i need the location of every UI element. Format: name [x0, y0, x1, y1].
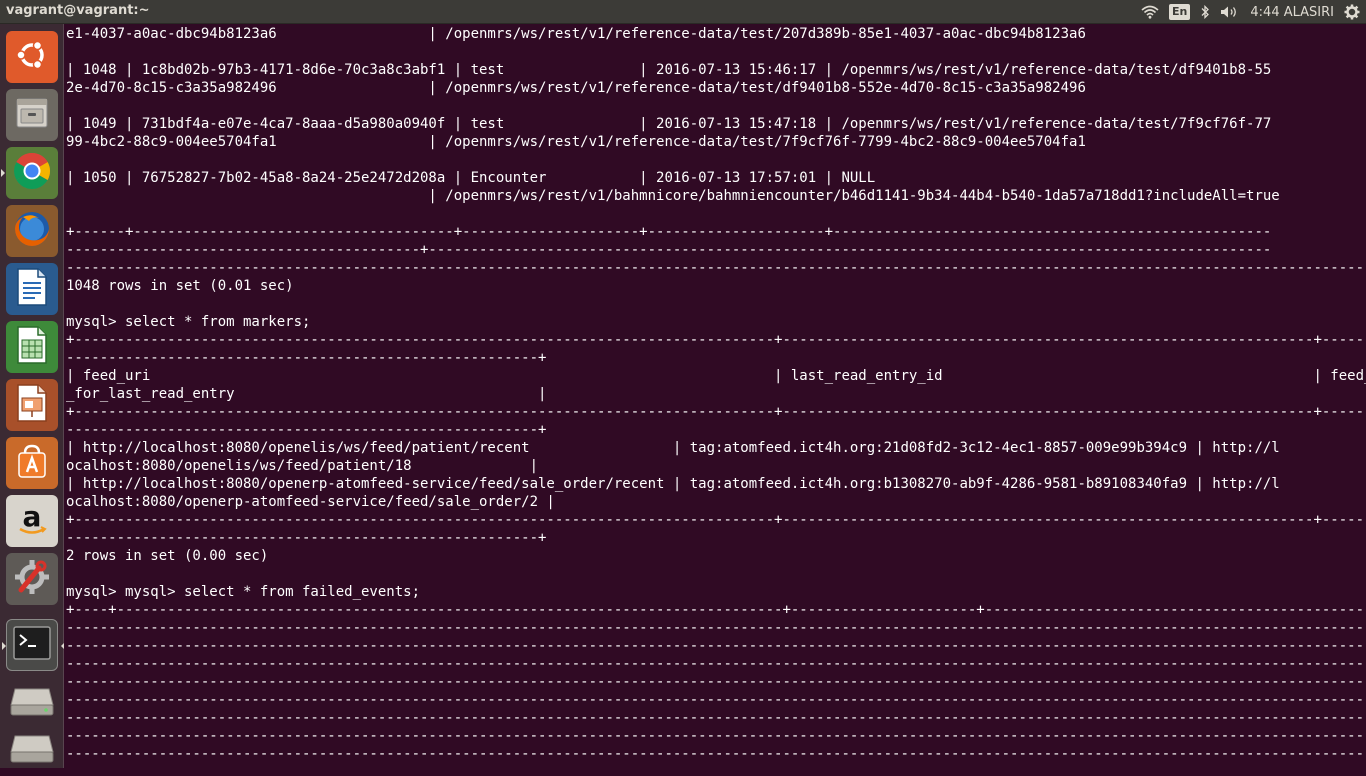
terminal-line: 1048 rows in set (0.01 sec) [66, 278, 294, 294]
terminal-line: ocalhost:8080/openerp-atomfeed-service/f… [66, 494, 555, 510]
ubuntu-dash-icon [14, 37, 50, 77]
terminal-line: ----------------------------------------… [66, 746, 1366, 762]
keyboard-layout-indicator[interactable]: En [1169, 0, 1191, 24]
launcher-chrome[interactable] [1, 147, 58, 199]
software-center-icon [12, 441, 52, 485]
terminal-line: +---------------------------------------… [66, 512, 1366, 528]
terminal-line: +---------------------------------------… [66, 404, 1366, 420]
launcher-drive-2[interactable] [6, 724, 58, 776]
terminal-line: ----------------------------------------… [66, 728, 1366, 744]
terminal-line: ----------------------------------------… [66, 638, 1366, 654]
terminal-line: | http://localhost:8080/openerp-atomfeed… [66, 476, 1280, 492]
terminal-line: ----------------------------------------… [66, 422, 547, 438]
writer-icon [14, 267, 50, 311]
terminal-line: ----------------------------------------… [66, 350, 547, 366]
terminal-line: ----------------------------------------… [66, 260, 1366, 276]
terminal-line: | 1048 | 1c8bd02b-97b3-4171-8d6e-70c3a8c… [66, 62, 1272, 78]
drive-icon [9, 683, 55, 723]
files-icon [13, 94, 51, 136]
terminal-line: ----------------------------------------… [66, 656, 1366, 672]
terminal-line: 99-4bc2-88c9-004ee5704fa1 | /openmrs/ws/… [66, 134, 1086, 150]
launcher-ubuntu-dash[interactable] [6, 31, 58, 83]
terminal-line: | Encounter | [66, 206, 1366, 222]
terminal-line: | lab | [66, 44, 1366, 60]
calc-icon [14, 325, 50, 369]
terminal-line: e1-4037-a0ac-dbc94b8123a6 | /openmrs/ws/… [66, 26, 1086, 42]
keyboard-layout-label: En [1169, 4, 1191, 20]
svg-text:a: a [23, 500, 42, 533]
terminal-line: ocalhost:8080/openelis/ws/feed/patient/1… [66, 458, 539, 474]
terminal-line: | feed_uri | last_read_entry_id | feed_u… [66, 368, 1366, 384]
terminal-line: +----+----------------------------------… [66, 602, 1366, 618]
terminal-line: | 1050 | 76752827-7b02-45a8-8a24-25e2472… [66, 170, 876, 186]
terminal-line: 2 rows in set (0.00 sec) [66, 548, 269, 564]
volume-icon[interactable] [1220, 0, 1240, 24]
terminal-line: mysql> select * from markers; [66, 314, 311, 330]
terminal-line: ----------------------------------------… [66, 674, 1366, 690]
terminal-window[interactable]: e1-4037-a0ac-dbc94b8123a6 | /openmrs/ws/… [64, 24, 1366, 768]
impress-icon [14, 383, 50, 427]
terminal-output[interactable]: e1-4037-a0ac-dbc94b8123a6 | /openmrs/ws/… [64, 24, 1366, 763]
terminal-line: 2e-4d70-8c15-c3a35a982496 | /openmrs/ws/… [66, 80, 1086, 96]
terminal-line: | lab | [66, 98, 1366, 114]
system-tray: En 4:44 ALASIRI [1141, 0, 1366, 24]
launcher: a [0, 24, 65, 768]
bluetooth-icon[interactable] [1200, 0, 1210, 24]
window-title: vagrant@vagrant:~ [6, 3, 150, 18]
terminal-line: ----------------------------------------… [66, 242, 1272, 258]
terminal-line: | lab | [66, 152, 1366, 168]
terminal-line: | /openmrs/ws/rest/v1/bahmnicore/bahmnie… [66, 188, 1280, 204]
amazon-icon: a [12, 499, 52, 543]
gear-icon[interactable] [1344, 0, 1360, 24]
launcher-drive[interactable] [6, 677, 58, 729]
launcher-software-center[interactable] [6, 437, 58, 489]
terminal-line: mysql> mysql> select * from failed_event… [66, 584, 421, 600]
terminal-icon [12, 625, 52, 665]
wifi-icon[interactable] [1141, 0, 1159, 24]
launcher-terminal[interactable] [2, 619, 65, 671]
system-settings-icon [11, 556, 53, 602]
terminal-line: +------+--------------------------------… [66, 224, 1272, 240]
terminal-line: ----------------------------------------… [66, 692, 1366, 708]
launcher-impress[interactable] [6, 379, 58, 431]
launcher-firefox[interactable] [6, 205, 58, 257]
top-panel: vagrant@vagrant:~ En 4:44 ALASIRI [0, 0, 1366, 24]
launcher-files[interactable] [6, 89, 58, 141]
terminal-line: +---------------------------------------… [66, 332, 1366, 348]
drive-icon-2 [9, 730, 55, 770]
terminal-line: | 1049 | 731bdf4a-e07e-4ca7-8aaa-d5a980a… [66, 116, 1272, 132]
chrome-icon [11, 150, 53, 196]
launcher-calc[interactable] [6, 321, 58, 373]
clock[interactable]: 4:44 ALASIRI [1250, 0, 1334, 24]
terminal-line: | http://localhost:8080/openelis/ws/feed… [66, 440, 1280, 456]
launcher-writer[interactable] [6, 263, 58, 315]
terminal-line: _for_last_read_entry | [66, 386, 547, 402]
launcher-amazon[interactable]: a [6, 495, 58, 547]
firefox-icon [11, 208, 53, 254]
terminal-line: ----------------------------------------… [66, 710, 1366, 726]
terminal-line: ----------------------------------------… [66, 620, 1366, 636]
terminal-line: ----------------------------------------… [66, 530, 547, 546]
launcher-system-settings[interactable] [6, 553, 58, 605]
